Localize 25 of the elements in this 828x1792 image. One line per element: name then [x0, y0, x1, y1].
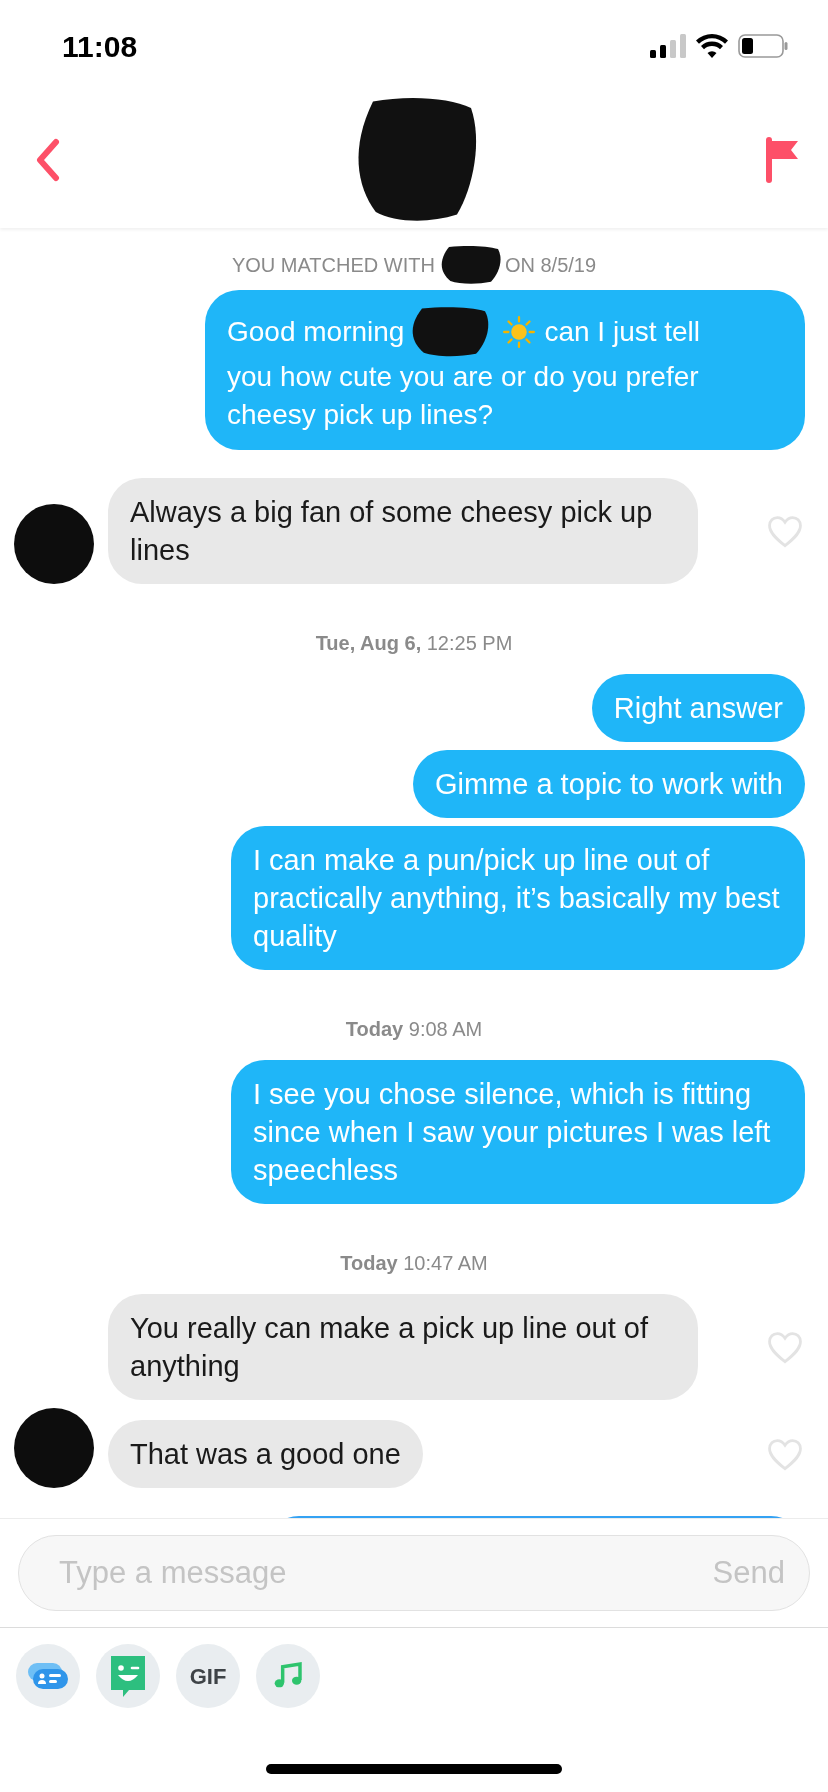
- id-card-icon: [26, 1661, 70, 1691]
- signal-icon: [650, 34, 686, 58]
- message-text: you how cute you are or do you prefer cheesy pick up lines?: [227, 360, 700, 432]
- message-text: Good morning: [227, 315, 405, 349]
- sent-message: Gimme a topic to work with: [412, 750, 805, 818]
- status-time: 11:08: [62, 28, 138, 65]
- sent-message: Right answer: [591, 674, 805, 742]
- gif-button[interactable]: GIF: [176, 1644, 240, 1708]
- received-message: You really can make a pick up line out of anything: [108, 1294, 698, 1400]
- winking-face-icon: [109, 1654, 147, 1698]
- received-message: That was a good one: [108, 1420, 423, 1488]
- sent-message: I can make a pun/pick up line out of practically anything, it’s basically my best quality: [231, 826, 805, 970]
- flag-icon: [764, 137, 800, 183]
- battery-icon: [738, 34, 788, 58]
- sun-icon: [502, 315, 537, 349]
- sent-message: I see you chose silence, which is fitting since when I saw your pictures I was left speechless: [231, 1060, 805, 1204]
- message-text: can I just tell: [544, 315, 701, 349]
- timestamp: Today 10:47 AM: [340, 1251, 488, 1276]
- match-notice: YOU MATCHED WITH: [231, 253, 435, 278]
- received-message: Always a big fan of some cheesy pick up lines: [108, 478, 698, 584]
- timestamp: Tue, Aug 6, 12:25 PM: [315, 631, 513, 656]
- wifi-icon: [696, 34, 728, 58]
- timestamp: Today 9:08 AM: [345, 1017, 483, 1042]
- match-date: ON 8/5/19: [504, 253, 597, 278]
- chevron-left-icon: [34, 138, 62, 182]
